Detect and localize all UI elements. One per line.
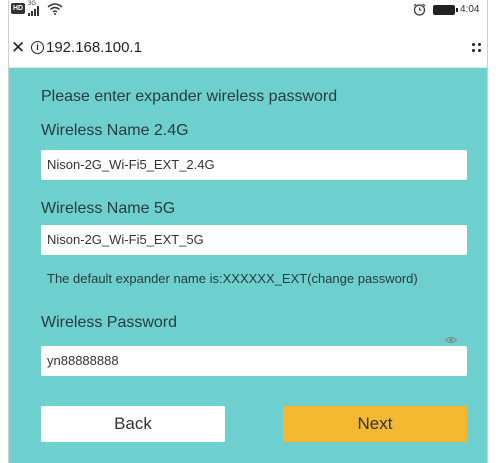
wireless-name-5g-label: Wireless Name 5G xyxy=(41,200,176,217)
url-text[interactable]: 192.168.100.1 xyxy=(46,39,142,56)
hd-icon: HD xyxy=(11,3,25,14)
close-icon[interactable]: ✕ xyxy=(11,39,25,56)
info-icon[interactable]: i xyxy=(31,41,44,54)
default-name-note: The default expander name is:XXXXXX_EXT(… xyxy=(47,271,418,286)
next-button[interactable]: Next xyxy=(283,406,467,442)
status-bar: HD 3G 4:04 xyxy=(9,0,487,20)
wireless-name-5g-input[interactable] xyxy=(41,225,467,255)
wireless-password-label: Wireless Password xyxy=(41,314,178,331)
signal-icon xyxy=(28,5,44,16)
alarm-icon xyxy=(413,3,426,16)
wireless-name-24g-label: Wireless Name 2.4G xyxy=(41,122,189,139)
phone-screen: HD 3G 4:04 ✕ i 192.168.100.1 Please ente… xyxy=(8,0,488,463)
wifi-icon xyxy=(47,3,63,15)
form-heading: Please enter expander wireless password xyxy=(41,88,338,105)
battery-icon xyxy=(433,5,458,15)
status-time: 4:04 xyxy=(460,4,480,15)
eye-icon[interactable] xyxy=(445,336,457,344)
wireless-name-24g-input[interactable] xyxy=(41,150,467,180)
extender-setup-form: Please enter expander wireless password … xyxy=(9,68,487,463)
menu-icon[interactable] xyxy=(472,40,482,54)
browser-address-bar: ✕ i 192.168.100.1 xyxy=(9,20,487,68)
wireless-password-input[interactable] xyxy=(41,346,467,376)
back-button[interactable]: Back xyxy=(41,406,225,442)
